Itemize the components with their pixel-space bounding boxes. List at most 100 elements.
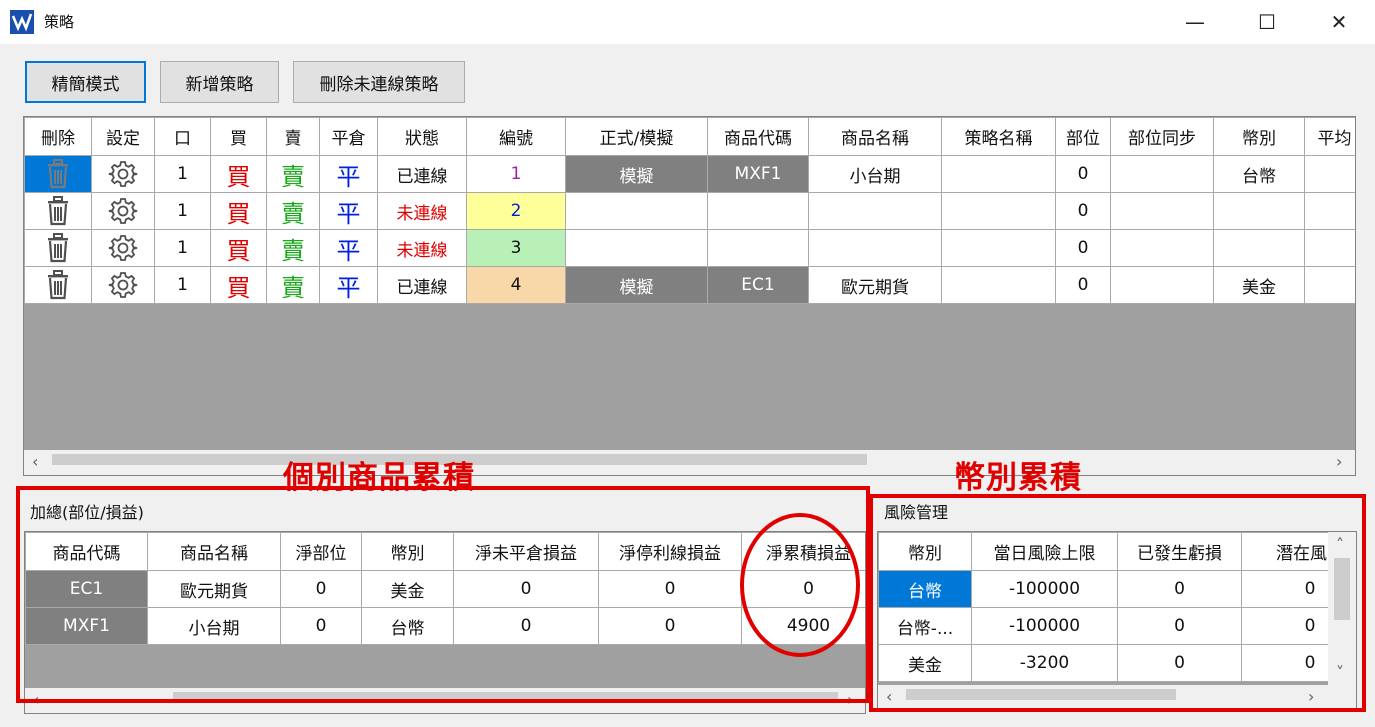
mode-cell[interactable]: 模擬 [565, 266, 708, 304]
add-strategy-button[interactable]: 新增策略 [160, 61, 279, 103]
close-position-button[interactable]: 平 [319, 192, 378, 230]
position-cell: 0 [1055, 192, 1111, 230]
currency-cell [1213, 229, 1305, 267]
simple-mode-button[interactable]: 精簡模式 [25, 61, 146, 103]
product-code-cell[interactable] [707, 192, 809, 230]
product-code-cell[interactable] [707, 229, 809, 267]
column-header[interactable]: 刪除 [24, 117, 92, 156]
minimize-button[interactable]: — [1164, 0, 1226, 44]
qty-cell[interactable]: 1 [154, 192, 211, 230]
buy-button[interactable]: 買 [210, 266, 267, 304]
settings-cell[interactable] [91, 229, 155, 267]
status-cell: 已連線 [377, 266, 467, 304]
position-cell: 0 [1055, 229, 1111, 267]
column-header[interactable]: 商品代碼 [707, 117, 809, 156]
mode-cell[interactable]: 模擬 [565, 155, 708, 193]
column-header[interactable]: 買 [210, 117, 267, 156]
delete-cell[interactable] [24, 229, 92, 267]
title-bar: 策略 — ☐ ✕ [0, 0, 1375, 44]
column-header[interactable]: 口 [154, 117, 211, 156]
column-header[interactable]: 編號 [466, 117, 566, 156]
column-header[interactable]: 設定 [91, 117, 155, 156]
qty-cell[interactable]: 1 [154, 229, 211, 267]
settings-cell[interactable] [91, 192, 155, 230]
column-header[interactable]: 狀態 [377, 117, 467, 156]
qty-cell[interactable]: 1 [154, 155, 211, 193]
trash-icon[interactable] [27, 196, 89, 226]
position-sync-cell[interactable] [1110, 266, 1214, 304]
close-position-button[interactable]: 平 [319, 266, 378, 304]
mode-cell[interactable] [565, 229, 708, 267]
minimize-icon: — [1185, 10, 1205, 34]
average-cell [1304, 192, 1355, 230]
average-cell [1304, 155, 1355, 193]
column-header[interactable]: 商品名稱 [808, 117, 942, 156]
average-cell [1304, 229, 1355, 267]
position-cell: 0 [1055, 155, 1111, 193]
position-sync-cell[interactable] [1110, 192, 1214, 230]
delete-cell[interactable] [24, 266, 92, 304]
column-header[interactable]: 幣別 [1213, 117, 1305, 156]
gear-icon[interactable] [94, 159, 152, 189]
sell-button[interactable]: 賣 [266, 266, 320, 304]
column-header[interactable]: 正式/模擬 [565, 117, 708, 156]
position-sync-cell[interactable] [1110, 155, 1214, 193]
app-logo-icon [10, 10, 34, 34]
scroll-right-icon[interactable]: › [1336, 453, 1342, 471]
sell-button[interactable]: 賣 [266, 229, 320, 267]
delete-disconnected-button[interactable]: 刪除未連線策略 [293, 61, 465, 103]
settings-cell[interactable] [91, 266, 155, 304]
strategy-name-cell [941, 155, 1056, 193]
product-code-cell[interactable]: MXF1 [707, 155, 809, 193]
sell-button[interactable]: 賣 [266, 192, 320, 230]
strategy-name-cell [941, 192, 1056, 230]
table-row[interactable]: 1 買賣平未連線 3 0 [24, 229, 1355, 267]
column-header[interactable]: 策略名稱 [941, 117, 1056, 156]
trash-icon[interactable] [27, 159, 89, 189]
annotation-box-currency [869, 494, 1366, 712]
settings-cell[interactable] [91, 155, 155, 193]
close-position-button[interactable]: 平 [319, 229, 378, 267]
status-cell: 已連線 [377, 155, 467, 193]
product-code-cell[interactable]: EC1 [707, 266, 809, 304]
column-header[interactable]: 平均 [1304, 117, 1355, 156]
gear-icon[interactable] [94, 233, 152, 263]
column-header[interactable]: 賣 [266, 117, 320, 156]
qty-cell[interactable]: 1 [154, 266, 211, 304]
sell-button[interactable]: 賣 [266, 155, 320, 193]
id-cell[interactable]: 4 [466, 266, 566, 304]
strategy-hscrollbar[interactable]: ‹ › [24, 450, 1355, 475]
mode-cell[interactable] [565, 192, 708, 230]
delete-cell[interactable] [24, 155, 92, 193]
average-cell [1304, 266, 1355, 304]
position-sync-cell[interactable] [1110, 229, 1214, 267]
delete-cell[interactable] [24, 192, 92, 230]
close-position-button[interactable]: 平 [319, 155, 378, 193]
maximize-button[interactable]: ☐ [1236, 0, 1298, 44]
table-row[interactable]: 1 買賣平已連線 4 模擬 EC1 歐元期貨 0 美金 [24, 266, 1355, 304]
table-row[interactable]: 1 買賣平未連線 2 0 [24, 192, 1355, 230]
product-name-cell [808, 229, 942, 267]
id-cell[interactable]: 1 [466, 155, 566, 193]
annotation-currency: 幣別累積 [954, 460, 1082, 496]
close-button[interactable]: ✕ [1308, 0, 1370, 44]
annotation-circle [740, 513, 860, 657]
gear-icon[interactable] [94, 196, 152, 226]
gear-icon[interactable] [94, 270, 152, 300]
strategy-name-cell [941, 229, 1056, 267]
product-name-cell [808, 192, 942, 230]
product-name-cell: 歐元期貨 [808, 266, 942, 304]
table-row[interactable]: 1 買賣平已連線 1 模擬 MXF1 小台期 0 台幣 [24, 155, 1355, 193]
id-cell[interactable]: 3 [466, 229, 566, 267]
trash-icon[interactable] [27, 233, 89, 263]
buy-button[interactable]: 買 [210, 192, 267, 230]
buy-button[interactable]: 買 [210, 155, 267, 193]
column-header[interactable]: 平倉 [319, 117, 378, 156]
column-header[interactable]: 部位 [1055, 117, 1111, 156]
buy-button[interactable]: 買 [210, 229, 267, 267]
column-header[interactable]: 部位同步 [1110, 117, 1214, 156]
trash-icon[interactable] [27, 270, 89, 300]
scroll-left-icon[interactable]: ‹ [32, 453, 38, 471]
strategy-table: 刪除 設定口買賣平倉 狀態 編號 正式/模擬 商品代碼 商品名稱 策略名稱 部位 部位同步 幣別 平均… [24, 117, 1355, 304]
id-cell[interactable]: 2 [466, 192, 566, 230]
